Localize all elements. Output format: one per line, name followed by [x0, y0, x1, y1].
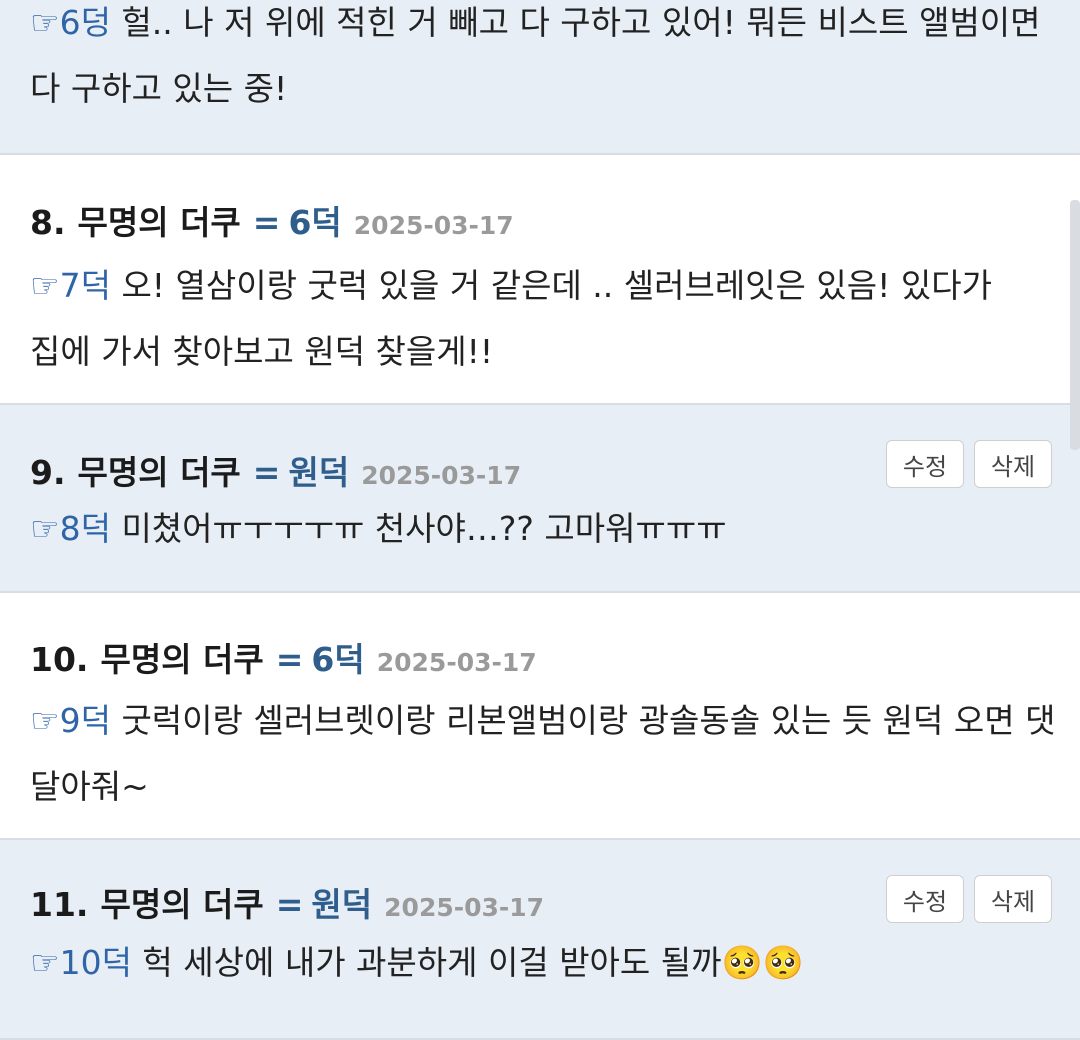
reply-reference-link[interactable]: ☞10덕 [30, 943, 132, 982]
poster-separator: = [252, 453, 281, 492]
comment-item: 11. 무명의 더쿠 = 원덕 2025-03-17 수정 삭제 ☞10덕 헉 세상에 내가 … [0, 840, 1080, 1040]
comment-text: 오! 열삼이랑 굿럭 있을 거 같은데 .. 셀러브레잇은 있음! 있다가 집에… [30, 266, 992, 371]
comment-actions: 수정 삭제 [886, 440, 1052, 488]
poster-tag: 6덕 [288, 203, 342, 242]
comment-header: 11. 무명의 더쿠 = 원덕 2025-03-17 [30, 878, 544, 926]
poster-tag: 원덕 [288, 453, 350, 492]
comment-header: 10. 무명의 더쿠 = 6덕 2025-03-17 [30, 633, 537, 681]
comment-body: ☞7덕 오! 열삼이랑 굿럭 있을 거 같은데 .. 셀러브레잇은 있음! 있다… [30, 253, 1056, 385]
edit-button[interactable]: 수정 [886, 440, 964, 488]
comment-body: ☞8덕 미쳤어ㅠㅜㅜㅜㅠ 천사야…?? 고마워ㅠㅠㅠ [30, 496, 1056, 562]
comment-body: ☞9덕 굿럭이랑 셀러브렛이랑 리본앨범이랑 광솔동솔 있는 듯 원덕 오면 댓… [30, 688, 1056, 820]
poster-separator: = [252, 203, 281, 242]
comment-body: ☞6덩 헐.. 나 저 위에 적힌 거 빼고 다 구하고 있어! 뭐든 비스트 … [30, 0, 1056, 122]
comment-author[interactable]: 무명의 더쿠 [100, 633, 263, 681]
comment-author[interactable]: 무명의 더쿠 [100, 878, 263, 926]
edit-button[interactable]: 수정 [886, 875, 964, 923]
delete-button[interactable]: 삭제 [974, 440, 1052, 488]
poster-separator: = [275, 885, 304, 924]
comment-item: 10. 무명의 더쿠 = 6덕 2025-03-17 ☞9덕 굿럭이랑 셀러브렛이랑 리본… [0, 593, 1080, 840]
poster-separator: = [275, 640, 304, 679]
comment-text: 헉 세상에 내가 과분하게 이걸 받아도 될까🥺🥺 [131, 943, 804, 982]
comment-author[interactable]: 무명의 더쿠 [78, 446, 241, 494]
comment-number: 8. [30, 203, 66, 242]
comment-item: 8. 무명의 더쿠 = 6덕 2025-03-17 ☞7덕 오! 열삼이랑 굿럭 있을 거… [0, 155, 1080, 405]
comment-header: 9. 무명의 더쿠 = 원덕 2025-03-17 [30, 446, 521, 494]
reply-reference-link[interactable]: ☞8덕 [30, 509, 111, 548]
reply-reference-link[interactable]: ☞7덕 [30, 266, 111, 305]
reply-reference-link[interactable]: ☞9덕 [30, 701, 111, 740]
comment-date: 2025-03-17 [361, 461, 522, 490]
comment-item: 9. 무명의 더쿠 = 원덕 2025-03-17 수정 삭제 ☞8덕 미쳤어ㅠㅜㅜㅜㅠ 천사… [0, 405, 1080, 593]
comment-date: 2025-03-17 [376, 648, 537, 677]
comment-actions: 수정 삭제 [886, 875, 1052, 923]
comment-text: 굿럭이랑 셀러브렛이랑 리본앨범이랑 광솔동솔 있는 듯 원덕 오면 댓 달아줘… [30, 701, 1056, 806]
comment-author[interactable]: 무명의 더쿠 [78, 196, 241, 244]
scrollbar[interactable] [1070, 200, 1080, 450]
comment-header: 8. 무명의 더쿠 = 6덕 2025-03-17 [30, 196, 514, 244]
comment-date: 2025-03-17 [353, 211, 514, 240]
comment-number: 9. [30, 453, 66, 492]
comment-number: 10. [30, 640, 89, 679]
comment-date: 2025-03-17 [384, 893, 545, 922]
reply-reference-link[interactable]: ☞6덩 [30, 3, 111, 42]
comment-text: 미쳤어ㅠㅜㅜㅜㅠ 천사야…?? 고마워ㅠㅠㅠ [110, 509, 727, 548]
comment-text: 헐.. 나 저 위에 적힌 거 빼고 다 구하고 있어! 뭐든 비스트 앨범이면… [30, 3, 1041, 108]
comment-item: ☞6덩 헐.. 나 저 위에 적힌 거 빼고 다 구하고 있어! 뭐든 비스트 … [0, 0, 1080, 155]
poster-tag: 6덕 [311, 640, 365, 679]
comment-number: 11. [30, 885, 89, 924]
poster-tag: 원덕 [311, 885, 373, 924]
delete-button[interactable]: 삭제 [974, 875, 1052, 923]
comment-body: ☞10덕 헉 세상에 내가 과분하게 이걸 받아도 될까🥺🥺 [30, 930, 1056, 996]
